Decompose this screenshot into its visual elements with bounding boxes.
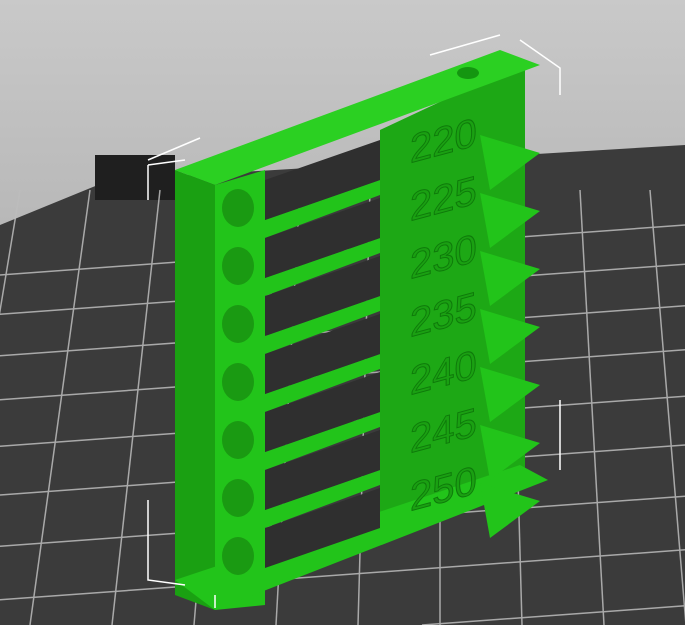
hanging-hole xyxy=(457,67,479,79)
overhang-cone xyxy=(222,363,254,401)
overhang-cone xyxy=(222,305,254,343)
bed-back-block xyxy=(95,155,175,200)
model-left-pillar xyxy=(175,170,215,610)
3d-viewport[interactable]: 220 225 230 235 240 245 250 xyxy=(0,0,685,625)
scene: 220225230235240245250 xyxy=(0,34,685,625)
overhang-cone xyxy=(222,421,254,459)
overhang-cone xyxy=(222,247,254,285)
overhang-cone xyxy=(222,537,254,575)
temperature-tower-model[interactable]: 220225230235240245250 xyxy=(175,50,548,610)
overhang-cone xyxy=(222,479,254,517)
overhang-cone xyxy=(222,189,254,227)
